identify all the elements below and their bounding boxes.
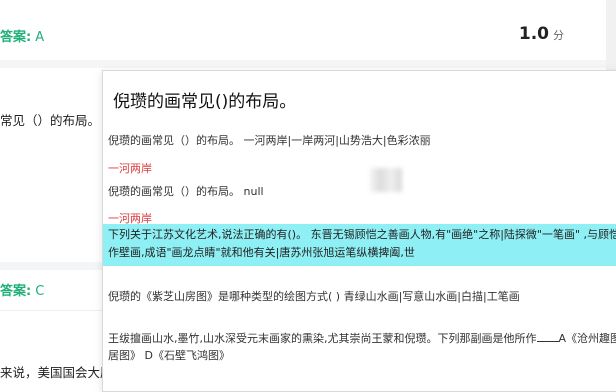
suggestion-item[interactable]: 倪瓒的画常见（）的布局。 null [108,184,616,200]
section-separator [0,60,616,68]
suggestion-item[interactable]: 倪瓒的画常见（）的布局。 一河两岸|一岸两河|山势浩大|色彩浓丽 [108,133,616,149]
answer-value: A [35,30,44,45]
highlight-line-1: 下列关于江苏文化艺术,说法正确的有()。 东晋无锡顾恺之善画人物,有"画绝"之称… [108,227,616,243]
suggestion-answer: 一河两岸 [108,161,616,177]
suggestion-item[interactable]: 王绂擅画山水,墨竹,山水深受元末画家的熏染,尤其崇尚王蒙和倪瓒。下列那副画是他所… [108,331,616,347]
blurred-overlay [370,168,402,192]
suggestion-item-continued: 居图》 D《石壁飞鸿图》 [108,348,616,364]
suggestion-text: 王绂擅画山水,墨竹,山水深受元末画家的熏染,尤其崇尚王蒙和倪瓒。下列那副画是他所… [108,332,537,345]
suggestion-text-tail: A《沧州趣图 [559,332,616,345]
blank-underline [537,331,559,342]
answer-label: 答案: [0,30,31,45]
popup-title: 倪瓒的画常见()的布局。 [113,87,296,112]
answer-label: 答案: [0,284,31,299]
answer-value: C [35,284,44,299]
answer-line-2: 答案: C [0,280,44,299]
search-suggestion-popup: 倪瓒的画常见()的布局。 倪瓒的画常见（）的布局。 一河两岸|一岸两河|山势浩大… [102,70,616,392]
highlight-line-2: 作壁画,成语"画龙点睛"就和他有关|唐苏州张旭运笔纵横捭阖,世 [108,245,415,261]
question-text-fragment: 常见（）的布局。 [0,110,100,129]
score-unit: 分 [553,29,564,42]
next-question-fragment: 来说，美国国会大厦 [0,362,113,381]
suggestion-item[interactable]: 倪瓒的《紫芝山房图》是哪种类型的绘图方式( ) 青绿山水画|写意山水画|白描|工… [108,289,616,305]
question-score: 1.0 分 [519,24,564,44]
answer-line-1: 答案: A [0,26,44,45]
score-value: 1.0 [519,24,549,44]
highlighted-suggestion[interactable]: 下列关于江苏文化艺术,说法正确的有()。 东晋无锡顾恺之善画人物,有"画绝"之称… [103,224,616,266]
